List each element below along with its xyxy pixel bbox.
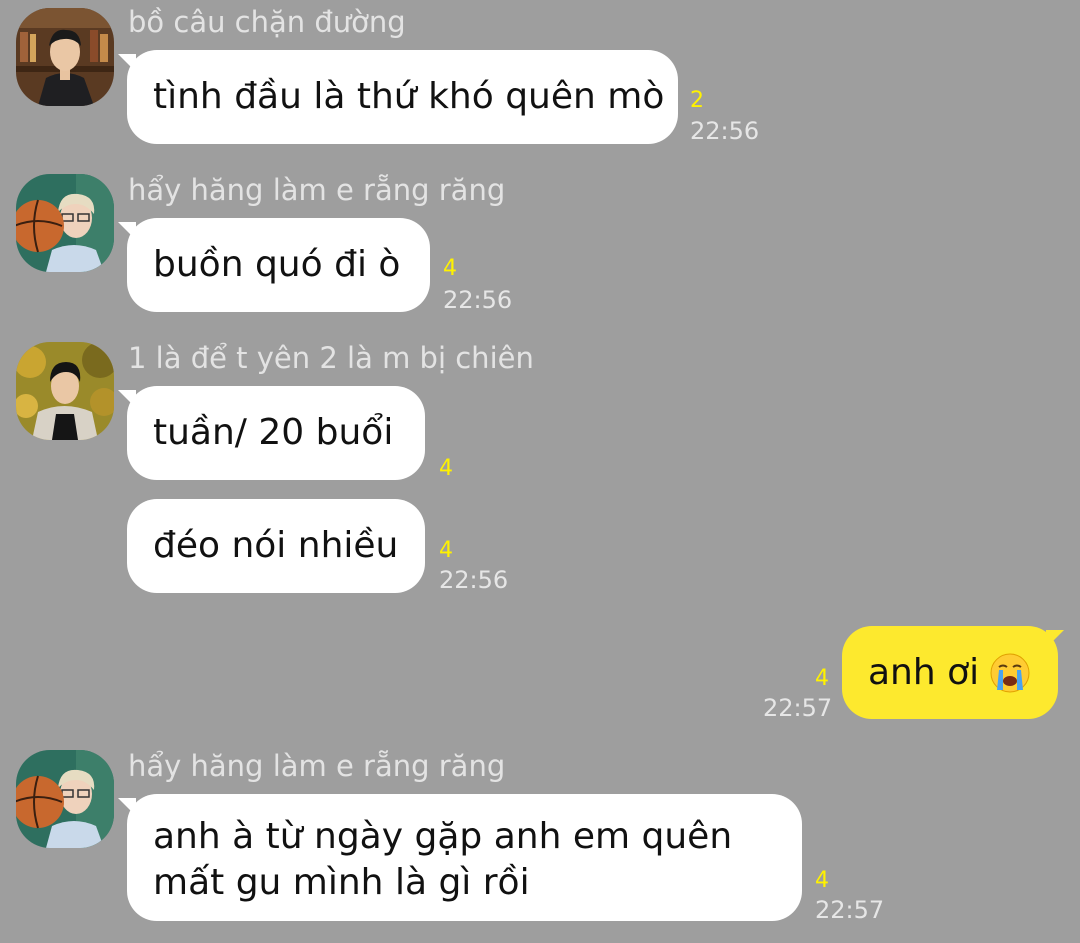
- unread-count: 4: [815, 868, 829, 893]
- avatar-boy-autumn-icon: [16, 342, 114, 440]
- avatar-bo-cau[interactable]: [16, 8, 114, 106]
- message-time: 22:56: [439, 566, 509, 594]
- message-time: 22:56: [690, 117, 760, 145]
- message-bubble[interactable]: đéo nói nhiều: [127, 499, 425, 593]
- my-message-bubble[interactable]: anh ơi: [842, 626, 1058, 719]
- message-text-line: anh à từ ngày gặp anh em quên: [153, 816, 733, 857]
- unread-count: 2: [690, 88, 704, 113]
- avatar-hay-hang[interactable]: [16, 750, 114, 848]
- message-time: 22:57: [763, 694, 833, 722]
- unread-count: 4: [439, 456, 453, 481]
- bubble-tail: [1046, 630, 1064, 648]
- message-text: buồn quó đi ò: [153, 244, 401, 285]
- message-text-line: mất gu mình là gì rồi: [153, 862, 530, 903]
- message-time: 22:57: [815, 896, 885, 924]
- sender-name: bồ câu chặn đường: [128, 5, 406, 39]
- message-text: đéo nói nhiều: [153, 525, 399, 566]
- message-bubble[interactable]: anh à từ ngày gặp anh em quên mất gu mìn…: [127, 794, 802, 921]
- sender-name: hẩy hăng làm e rẵng răng: [128, 173, 506, 207]
- message-bubble[interactable]: tình đầu là thứ khó quên mò: [127, 50, 678, 144]
- avatar-hay-hang[interactable]: [16, 174, 114, 272]
- message-bubble[interactable]: tuần/ 20 buổi: [127, 386, 425, 480]
- avatar-mot-la[interactable]: [16, 342, 114, 440]
- avatar-boy-basketball-icon: [16, 750, 114, 848]
- sender-name: hẩy hăng làm e rẵng răng: [128, 749, 506, 783]
- crying-face-emoji: [990, 653, 1030, 692]
- unread-count: 4: [443, 256, 457, 281]
- message-time: 22:56: [443, 286, 513, 314]
- unread-count: 4: [439, 538, 453, 563]
- avatar-man-bookshelf-icon: [16, 8, 114, 106]
- message-text: anh ơi: [868, 651, 980, 693]
- message-text: tình đầu là thứ khó quên mò: [153, 76, 665, 117]
- message-bubble[interactable]: buồn quó đi ò: [127, 218, 430, 312]
- sender-name: 1 là để t yên 2 là m bị chiên: [128, 341, 534, 375]
- message-text: tuần/ 20 buổi: [153, 412, 394, 453]
- unread-count: 4: [815, 666, 829, 691]
- avatar-boy-basketball-icon: [16, 174, 114, 272]
